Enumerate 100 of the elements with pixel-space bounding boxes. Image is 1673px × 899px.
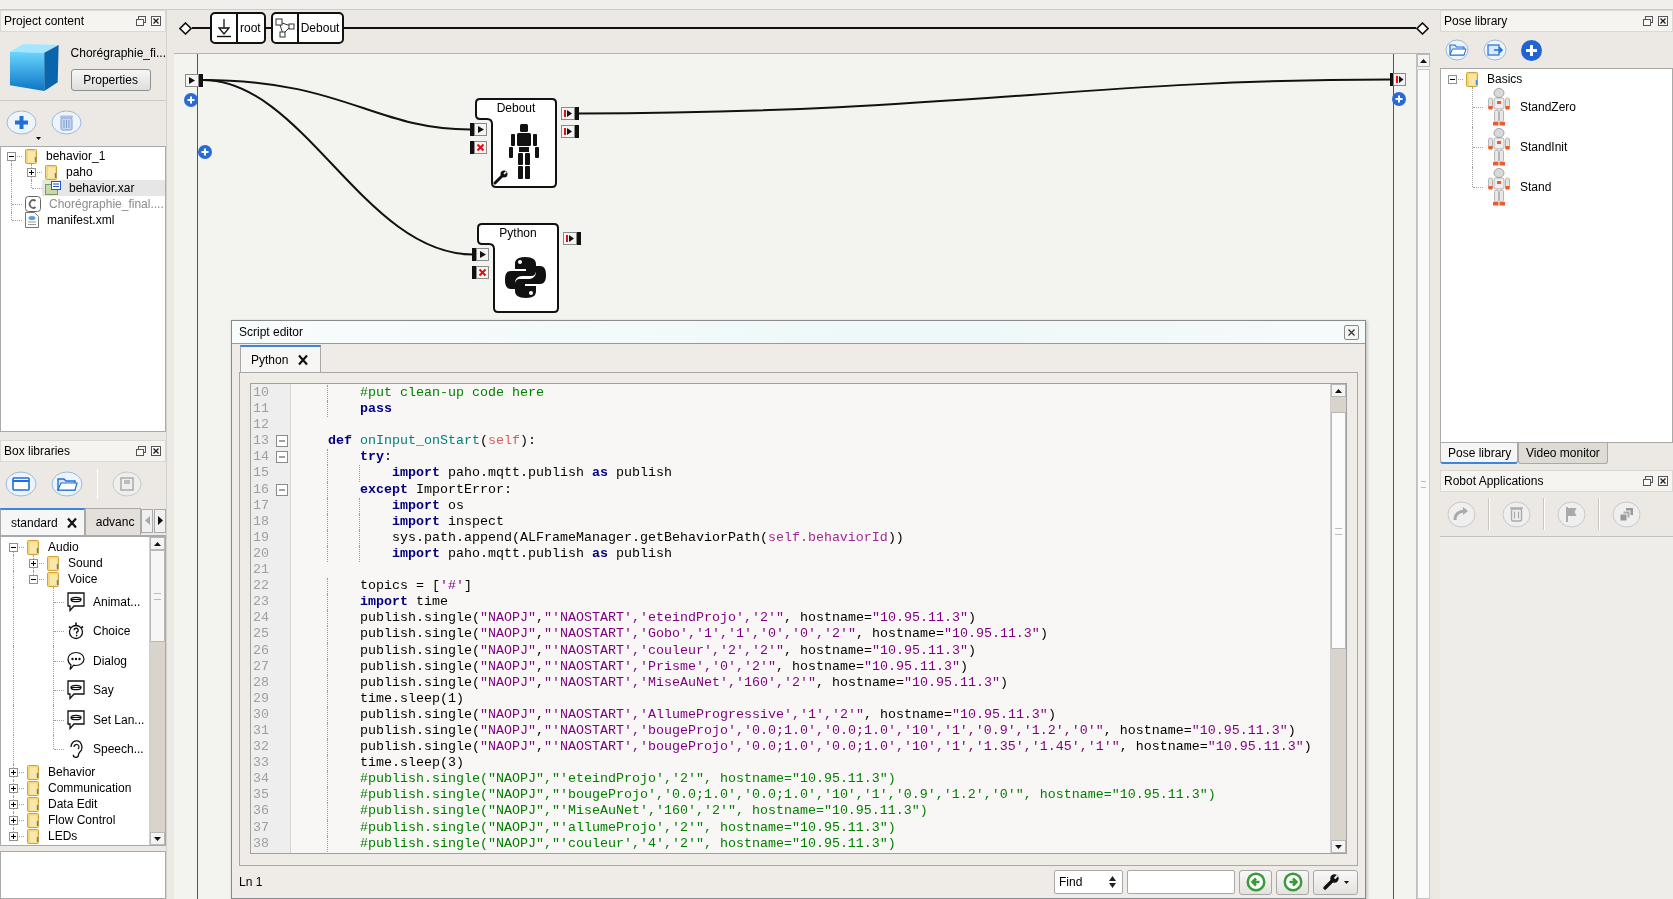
find-mode-dropdown[interactable]: Find [1054, 870, 1123, 894]
tree-item[interactable]: Behavior [24, 764, 100, 780]
expand-icon[interactable] [9, 767, 18, 777]
stop-port-icon[interactable] [472, 266, 489, 279]
line-number: 12 [252, 417, 270, 434]
float-icon[interactable] [1643, 16, 1653, 26]
tree-item[interactable]: Basics [1463, 71, 1527, 87]
tree-item[interactable]: behavior.xar [42, 180, 165, 196]
expand-icon[interactable] [9, 831, 18, 841]
tree-item[interactable]: Stand [1483, 167, 1556, 207]
close-icon[interactable] [151, 16, 161, 26]
tree-item[interactable]: behavior_1 [22, 148, 110, 164]
tab[interactable]: standard [0, 508, 85, 535]
close-button[interactable] [1344, 324, 1359, 340]
float-icon[interactable] [136, 16, 146, 26]
output-port-icon[interactable] [561, 107, 579, 120]
float-icon[interactable] [1643, 476, 1653, 486]
tree-item[interactable]: paho [42, 164, 97, 180]
collapse-icon[interactable] [9, 542, 18, 552]
line-number: 20 [252, 545, 270, 563]
tree-item[interactable]: Voice [44, 571, 102, 587]
tree-item[interactable]: Communication [24, 780, 136, 796]
tree-item[interactable]: Set Lan... [64, 705, 149, 735]
tree-item[interactable]: Audio [24, 539, 83, 555]
close-icon[interactable] [297, 353, 310, 366]
export-icon [1483, 38, 1507, 62]
output-port-icon[interactable] [1390, 73, 1406, 86]
tree-item[interactable]: Data Edit [24, 796, 102, 812]
tree-item[interactable]: Dialog [64, 646, 132, 676]
line-number: 36 [252, 803, 270, 820]
tree-item[interactable]: Say [64, 675, 118, 705]
line-number: 22 [252, 578, 270, 595]
connection-line[interactable] [578, 78, 1391, 115]
tree-item[interactable]: StandZero [1483, 87, 1581, 127]
tree-item[interactable]: LEDs [24, 828, 82, 844]
window-button[interactable] [5, 471, 37, 497]
code-line: #publish.single("NAOPJ","'MiseAuNet','160','2'", hostname="10.95.11.3") [360, 803, 928, 820]
close-icon[interactable] [1658, 16, 1668, 26]
input-port-icon[interactable] [470, 123, 487, 136]
behavior-box[interactable]: Python [477, 223, 559, 313]
tools-button[interactable] [1313, 869, 1358, 895]
line-number: 21 [252, 562, 270, 579]
behavior-box[interactable]: Debout [475, 98, 557, 188]
line-number: 34 [252, 771, 270, 788]
input-port-icon[interactable] [472, 248, 489, 261]
tree-item[interactable]: StandInit [1483, 127, 1572, 167]
expand-icon[interactable] [9, 783, 18, 793]
tree-item[interactable]: Speech... [64, 734, 148, 764]
previous-button[interactable] [1239, 869, 1272, 895]
tab[interactable]: Python [240, 345, 321, 372]
expand-icon[interactable] [9, 799, 18, 809]
tab[interactable]: Video monitor [1518, 443, 1608, 464]
input-port-icon[interactable] [185, 74, 203, 87]
wrench-icon[interactable] [493, 170, 508, 185]
tab[interactable]: advanc [84, 508, 142, 535]
tab[interactable]: Pose library [1440, 443, 1518, 464]
output-port-icon[interactable] [561, 125, 579, 138]
search-field[interactable] [1127, 870, 1235, 894]
properties-button[interactable]: Properties [70, 69, 151, 91]
tree-item[interactable]: Sound [44, 555, 107, 571]
speech-bubble-icon [67, 680, 85, 701]
connection-line[interactable] [202, 79, 474, 256]
collapse-icon[interactable] [7, 151, 16, 161]
breadcrumb-button[interactable]: Debout [270, 12, 345, 44]
scrollbar-thumb[interactable] [150, 550, 165, 642]
folder-button[interactable] [51, 471, 83, 497]
tree-item[interactable]: manifest.xml [22, 212, 119, 228]
tree-item[interactable]: Flow Control [24, 812, 120, 828]
tree-item[interactable]: Animat... [64, 587, 145, 617]
add-button[interactable] [1521, 39, 1542, 61]
stop-port-icon[interactable] [470, 141, 487, 154]
export-button[interactable] [1483, 38, 1507, 62]
expand-icon[interactable] [29, 558, 38, 568]
close-icon[interactable] [151, 446, 161, 456]
tree-item[interactable]: Choice [64, 616, 135, 646]
next-button[interactable] [1276, 869, 1309, 895]
cursor-position: Ln 1 [239, 875, 264, 889]
code-line: except ImportError: [360, 481, 512, 498]
output-port-icon[interactable] [563, 232, 581, 245]
collapse-icon[interactable] [1448, 74, 1457, 84]
close-icon[interactable] [65, 516, 78, 529]
add-icon[interactable] [198, 145, 212, 159]
add-icon[interactable] [184, 93, 198, 107]
file-icon [25, 196, 41, 212]
add-icon[interactable] [1392, 92, 1406, 106]
scrollbar[interactable] [1330, 384, 1346, 853]
open-button[interactable] [1445, 38, 1469, 62]
float-icon[interactable] [136, 446, 146, 456]
line-number: 11 [252, 401, 270, 418]
scroll-right-button[interactable] [154, 508, 167, 533]
code-line: publish.single("NAOPJ","'NAOSTART','Prisme','0','2'", hostname="10.95.11.3") [360, 658, 968, 675]
expand-icon[interactable] [9, 815, 18, 825]
scrollbar-thumb[interactable] [1331, 412, 1346, 649]
breadcrumb-button[interactable]: root [210, 12, 266, 44]
close-icon[interactable] [1658, 476, 1668, 486]
expand-icon[interactable] [27, 167, 36, 177]
speech-bubble-icon [67, 650, 85, 671]
collapse-icon[interactable] [29, 574, 38, 584]
scrollbar[interactable] [149, 537, 165, 845]
folder-icon [27, 764, 40, 780]
